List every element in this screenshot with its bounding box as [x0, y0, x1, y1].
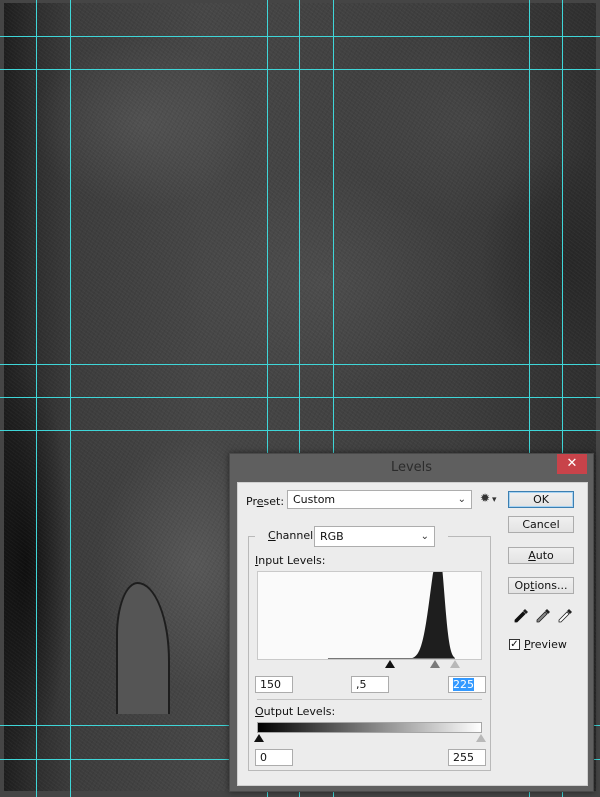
preview-checkbox[interactable]: ✓	[509, 639, 520, 650]
channel-value: RGB	[320, 530, 344, 543]
auto-label-accel: A	[528, 549, 536, 562]
white-point-eyedropper-icon[interactable]	[557, 608, 573, 624]
input-gamma-slider[interactable]	[430, 660, 440, 668]
output-black-slider[interactable]	[254, 734, 264, 742]
menu-arrow-icon: ▾	[492, 495, 497, 505]
gray-point-eyedropper-icon[interactable]	[535, 608, 551, 624]
options-label-prefix: Op	[514, 579, 531, 592]
guide-horizontal[interactable]	[0, 36, 600, 37]
chevron-down-icon: ⌄	[420, 531, 429, 542]
preview-label[interactable]: Preview	[524, 638, 567, 651]
input-black-slider[interactable]	[385, 660, 395, 668]
output-gradient-bar	[257, 722, 482, 733]
input-white-slider[interactable]	[450, 660, 460, 668]
check-icon: ✓	[510, 639, 519, 650]
preset-select[interactable]: Custom ⌄	[287, 490, 472, 509]
guide-horizontal[interactable]	[0, 364, 600, 365]
preset-value: Custom	[293, 493, 336, 506]
guide-vertical[interactable]	[70, 0, 71, 797]
input-gamma-value: ,5	[356, 678, 367, 691]
cancel-label: Cancel	[522, 518, 560, 531]
output-black-field[interactable]: 0	[255, 749, 293, 766]
guide-horizontal[interactable]	[0, 69, 600, 70]
auto-button[interactable]: Auto	[508, 547, 574, 564]
channel-label: Channel:	[268, 529, 317, 542]
dialog-title: Levels	[390, 460, 433, 475]
input-white-value: 225	[453, 678, 474, 691]
preset-label: Preset:	[246, 495, 285, 508]
options-button[interactable]: Options...	[508, 577, 574, 594]
output-levels-label: Output Levels:	[255, 705, 336, 718]
input-gamma-field[interactable]: ,5	[351, 676, 389, 693]
options-label: ions...	[534, 579, 568, 592]
output-white-field[interactable]: 255	[448, 749, 486, 766]
guide-vertical[interactable]	[36, 0, 37, 797]
output-white-value: 255	[453, 751, 474, 764]
cancel-button[interactable]: Cancel	[508, 516, 574, 533]
close-button[interactable]: ✕	[557, 454, 587, 474]
histogram-graph	[327, 572, 455, 659]
output-black-value: 0	[260, 751, 267, 764]
output-white-slider[interactable]	[476, 734, 486, 742]
auto-label: uto	[535, 549, 554, 562]
gear-icon[interactable]: ✹	[480, 491, 490, 505]
input-levels-label: Input Levels:	[255, 554, 326, 567]
histogram	[257, 571, 482, 660]
chevron-down-icon: ⌄	[457, 494, 466, 505]
histogram-curve	[389, 572, 455, 659]
input-black-value: 150	[260, 678, 281, 691]
close-icon: ✕	[566, 456, 578, 471]
channel-select[interactable]: RGB ⌄	[314, 526, 435, 547]
dialog-titlebar[interactable]: Levels ✕	[230, 454, 593, 482]
input-white-field[interactable]: 225	[448, 676, 486, 693]
levels-dialog: Levels ✕ Preset: Custom ⌄ ✹ ▾ Channel: R…	[229, 453, 594, 792]
guide-horizontal[interactable]	[0, 430, 600, 431]
ok-label: OK	[533, 493, 549, 506]
guide-horizontal[interactable]	[0, 397, 600, 398]
black-point-eyedropper-icon[interactable]	[513, 608, 529, 624]
divider	[257, 699, 482, 700]
dialog-body: Preset: Custom ⌄ ✹ ▾ Channel: RGB ⌄ Inpu…	[237, 482, 588, 786]
ok-button[interactable]: OK	[508, 491, 574, 508]
input-black-field[interactable]: 150	[255, 676, 293, 693]
